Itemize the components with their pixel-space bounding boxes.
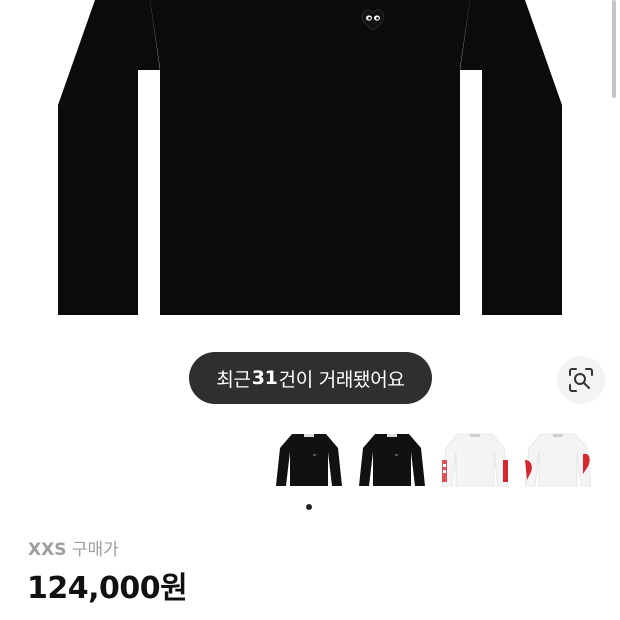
carousel-indicator-dot[interactable] bbox=[306, 504, 312, 510]
trade-count: 31 bbox=[251, 367, 278, 389]
thumbnail-image bbox=[276, 434, 342, 486]
long-sleeve-tshirt-image bbox=[58, 0, 562, 315]
thumbnail-image bbox=[525, 433, 591, 487]
purchase-label: 구매가 bbox=[71, 540, 119, 560]
trade-prefix: 최근 bbox=[216, 368, 251, 391]
size-value: XXS bbox=[28, 540, 67, 560]
scrollbar[interactable] bbox=[612, 0, 616, 98]
trade-suffix: 건이 거래됐어요 bbox=[278, 368, 405, 391]
price: 124,000원 bbox=[27, 571, 188, 606]
thumbnail-white-2[interactable] bbox=[525, 430, 591, 490]
thumbnail-white-1[interactable] bbox=[442, 430, 508, 490]
product-image[interactable] bbox=[0, 0, 620, 340]
thumbnail-strip bbox=[276, 430, 596, 490]
thumbnail-image bbox=[442, 433, 508, 487]
image-search-button[interactable] bbox=[557, 356, 605, 404]
recent-trades-badge[interactable]: 최근 31 건이 거래됐어요 bbox=[189, 352, 432, 404]
thumbnail-black-1[interactable] bbox=[276, 430, 342, 490]
thumbnail-image bbox=[359, 434, 425, 486]
image-search-icon bbox=[569, 368, 593, 392]
purchase-size-label: XXS 구매가 bbox=[28, 535, 119, 560]
thumbnail-black-2[interactable] bbox=[359, 430, 425, 490]
